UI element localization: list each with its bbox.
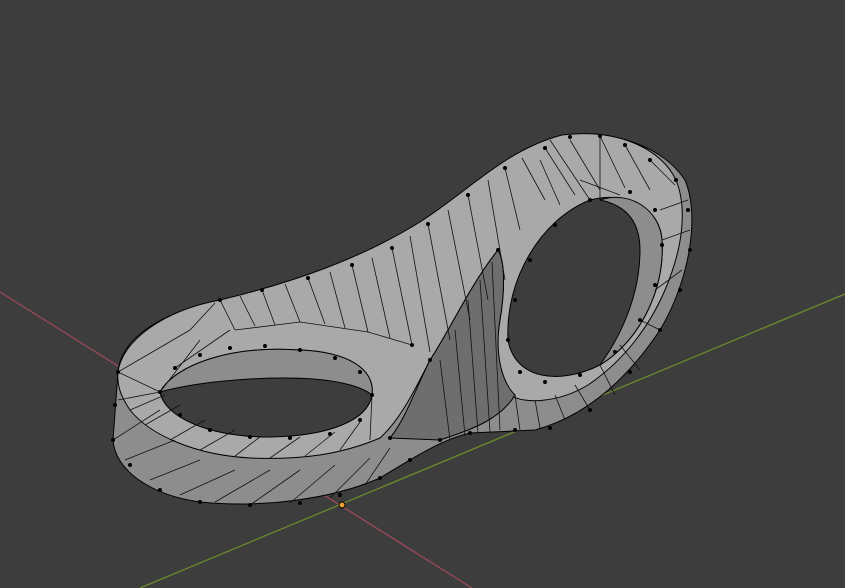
- viewport-scene[interactable]: [0, 0, 845, 588]
- 3d-viewport[interactable]: [0, 0, 845, 588]
- origin-point[interactable]: [338, 501, 346, 509]
- mesh-object[interactable]: [111, 133, 693, 507]
